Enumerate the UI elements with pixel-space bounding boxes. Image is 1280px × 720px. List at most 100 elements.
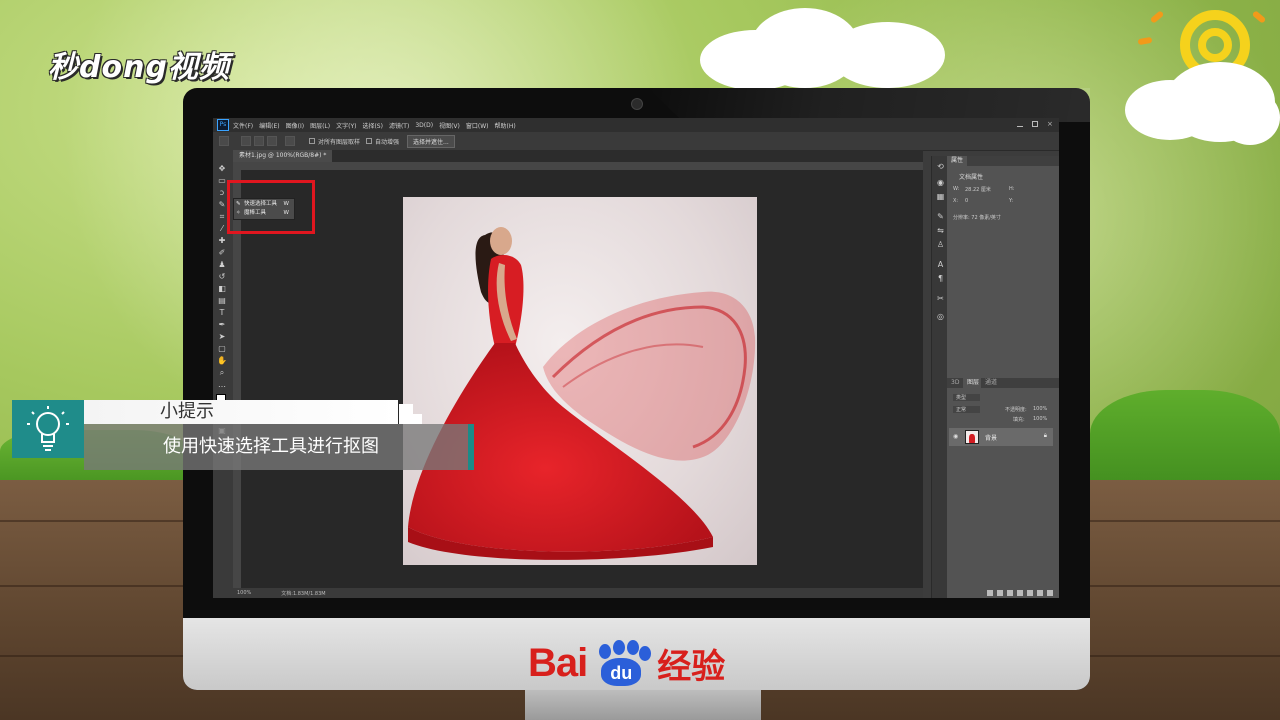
document-tab-bar: 素材1.jpg @ 100%(RGB/8#) *: [233, 150, 923, 162]
blend-mode-select[interactable]: 正常: [953, 406, 981, 413]
window-controls: ×: [1017, 121, 1053, 128]
prop-x-value[interactable]: 0: [965, 198, 968, 204]
menu-bar: Ps 文件(F) 编辑(E) 图像(I) 图层(L) 文字(Y) 选择(S) 滤…: [213, 118, 1059, 132]
layer-row-background[interactable]: ◉ 背景 🔒︎: [949, 428, 1053, 446]
close-icon[interactable]: ×: [1047, 121, 1053, 128]
hand-tool-icon[interactable]: ✋: [217, 356, 227, 365]
menu-help[interactable]: 帮助(H): [495, 121, 516, 130]
tip-text: 使用快速选择工具进行抠图: [163, 436, 379, 457]
menu-layer[interactable]: 图层(L): [310, 121, 330, 130]
monitor-stand: [525, 690, 761, 720]
tab-3d[interactable]: 3D: [947, 378, 964, 388]
photoshop-app-icon[interactable]: Ps: [217, 119, 229, 131]
menu-3d[interactable]: 3D(D): [415, 122, 433, 129]
prop-h-label: H:: [1009, 186, 1015, 192]
sun-core: [1198, 28, 1232, 62]
color-panel-icon[interactable]: ◉: [936, 178, 945, 187]
menu-image[interactable]: 图像(I): [286, 121, 304, 130]
layers-footer: [947, 588, 1059, 598]
status-zoom[interactable]: 100%: [237, 590, 251, 596]
menu-file[interactable]: 文件(F): [233, 121, 253, 130]
add-mask-icon[interactable]: [1007, 590, 1013, 596]
monitor-glare: [648, 88, 1090, 122]
prop-y-label: Y:: [1009, 198, 1014, 204]
lock-icon[interactable]: 🔒︎: [1044, 432, 1047, 440]
healing-tool-icon[interactable]: ✚: [217, 236, 227, 245]
quick-select-preset-button[interactable]: [219, 136, 229, 146]
eyedropper-tool-icon[interactable]: ⁄: [217, 224, 227, 233]
tools-preset-icon[interactable]: ✂: [936, 294, 945, 303]
brush-size-icon[interactable]: [285, 136, 295, 146]
paragraph-panel-icon[interactable]: ¶: [936, 274, 945, 283]
menu-edit[interactable]: 编辑(E): [259, 121, 279, 130]
quick-select-tool-icon[interactable]: ✎: [217, 200, 227, 209]
pen-tool-icon[interactable]: ✒: [217, 320, 227, 329]
visibility-eye-icon[interactable]: ◉: [953, 433, 958, 440]
menu-filter[interactable]: 滤镜(T): [389, 121, 409, 130]
prop-w-value[interactable]: 28.22 厘米: [965, 186, 991, 193]
baidu-jingyan-logo: Bai du 经验: [528, 640, 726, 687]
new-selection-icon[interactable]: [241, 136, 251, 146]
more-tools-icon[interactable]: …: [217, 380, 227, 389]
zoom-tool-icon[interactable]: ⌕: [217, 368, 227, 377]
swatches-panel-icon[interactable]: ▦: [936, 192, 945, 201]
character-panel-icon[interactable]: A: [936, 260, 945, 269]
bride-photo-drawing: [408, 227, 756, 560]
gradient-tool-icon[interactable]: ▤: [217, 296, 227, 305]
tip-icon-box: [12, 400, 84, 458]
move-tool-icon[interactable]: ✥: [217, 164, 227, 173]
tip-label-bar: [84, 400, 398, 424]
menu-type[interactable]: 文字(Y): [336, 121, 356, 130]
document-tab[interactable]: 素材1.jpg @ 100%(RGB/8#) *: [233, 150, 333, 162]
add-selection-icon[interactable]: [254, 136, 264, 146]
fill-value[interactable]: 100%: [1033, 416, 1047, 422]
menu-select[interactable]: 选择(S): [362, 121, 383, 130]
new-layer-icon[interactable]: [1037, 590, 1043, 596]
tip-label: 小提示: [160, 401, 214, 422]
history-panel-icon[interactable]: ⟲: [936, 162, 945, 171]
options-bar: 对所有图层取样 自动增强 选择并遮住...: [213, 132, 1059, 151]
tab-channels[interactable]: 通道: [981, 378, 1002, 388]
adjustment-layer-icon[interactable]: [1017, 590, 1023, 596]
marquee-tool-icon[interactable]: ▭: [217, 176, 227, 185]
brush-panel-icon[interactable]: ✎: [936, 212, 945, 221]
auto-enhance-checkbox[interactable]: [366, 138, 373, 144]
brush-tool-icon[interactable]: ✐: [217, 248, 227, 257]
layer-name[interactable]: 背景: [985, 433, 997, 442]
history-brush-icon[interactable]: ↺: [217, 272, 227, 281]
maximize-icon[interactable]: [1032, 121, 1038, 127]
video-logo: 秒dong视频: [48, 50, 230, 85]
path-select-icon[interactable]: ➤: [217, 332, 227, 341]
layer-kind-filter[interactable]: 类型: [953, 394, 981, 401]
styles-panel-icon[interactable]: ♙: [936, 240, 945, 249]
shape-tool-icon[interactable]: ▢: [217, 344, 227, 353]
sample-all-layers-checkbox[interactable]: [309, 138, 315, 144]
sample-all-layers-label: 对所有图层取样: [318, 138, 361, 146]
link-layers-icon[interactable]: [987, 590, 993, 596]
subtract-selection-icon[interactable]: [267, 136, 277, 146]
baidu-paw-text: du: [601, 658, 642, 686]
lasso-tool-icon[interactable]: ↄ: [217, 188, 227, 197]
opacity-value[interactable]: 100%: [1033, 406, 1047, 412]
auto-enhance-label: 自动增强: [375, 138, 400, 146]
stamp-tool-icon[interactable]: ♟: [217, 260, 227, 269]
menu-view[interactable]: 视图(V): [439, 121, 460, 130]
minimize-icon[interactable]: [1017, 121, 1023, 127]
layer-style-icon[interactable]: [997, 590, 1003, 596]
lightbulb-icon: [27, 406, 69, 451]
menu-window[interactable]: 窗口(W): [466, 121, 489, 130]
type-tool-icon[interactable]: T: [217, 308, 227, 317]
crop-tool-icon[interactable]: ⌗: [217, 212, 227, 221]
adjustments-panel-icon[interactable]: ⇋: [936, 226, 945, 235]
eraser-tool-icon[interactable]: ◧: [217, 284, 227, 293]
properties-tab[interactable]: 属性: [947, 156, 968, 166]
baidu-text-jingyan: 经验: [657, 646, 726, 687]
3d-panel-icon[interactable]: ◎: [936, 312, 945, 321]
select-and-mask-button[interactable]: 选择并遮住...: [407, 134, 455, 148]
tab-layers[interactable]: 图层: [963, 378, 984, 388]
canvas-photo[interactable]: [403, 197, 757, 565]
right-panels: 属性 文档属性 W: 28.22 厘米 H: X: 0 Y: 分辨率: 72 像…: [947, 156, 1059, 598]
status-doc-info: 文档:1.83M/1.83M: [281, 590, 326, 597]
new-group-icon[interactable]: [1027, 590, 1033, 596]
delete-layer-icon[interactable]: [1047, 590, 1053, 596]
